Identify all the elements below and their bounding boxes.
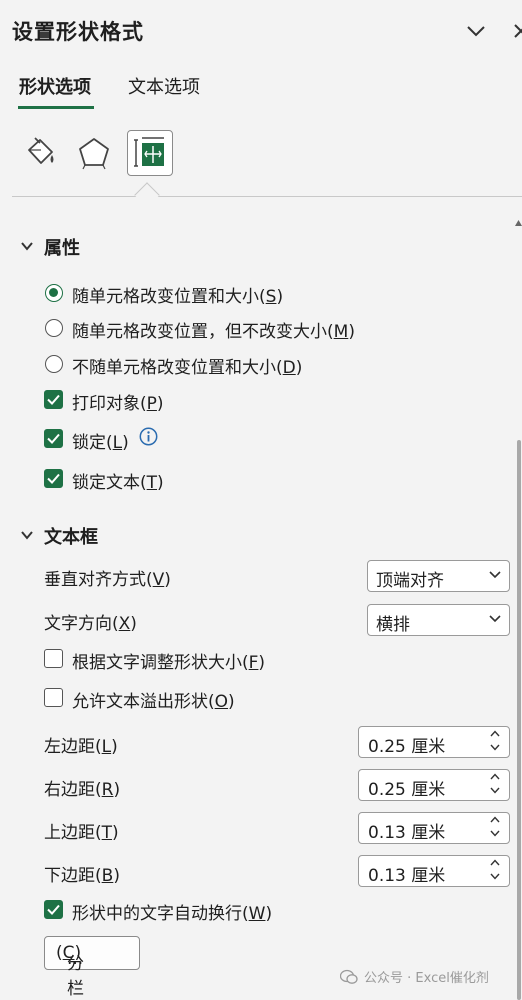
overflow-label[interactable]: 允许文本溢出形状(O) (72, 687, 235, 712)
resize-shape-checkbox[interactable] (44, 649, 63, 668)
section-divider (12, 196, 522, 197)
tab-shape-options[interactable]: 形状选项 (19, 73, 91, 99)
wechat-icon (340, 969, 358, 984)
spin-up-icon[interactable] (490, 773, 500, 780)
top-margin-spinner[interactable]: 0.13 厘米 (358, 812, 510, 844)
columns-button[interactable]: 分栏 (C)... (44, 936, 140, 999)
radio-no-move-no-size[interactable] (45, 355, 63, 373)
vertical-align-dropdown[interactable]: 顶端对齐 (367, 560, 510, 592)
bottom-margin-label: 下边距(B) (44, 866, 120, 886)
fill-line-button[interactable] (16, 130, 62, 176)
lock-text-checkbox[interactable] (44, 469, 63, 488)
right-margin-spinner[interactable]: 0.25 厘米 (358, 769, 510, 801)
text-direction-value: 横排 (376, 615, 410, 635)
vertical-align-label: 垂直对齐方式(V) (44, 570, 171, 590)
collapse-chevron-icon[interactable] (463, 18, 489, 44)
spin-up-icon[interactable] (490, 859, 500, 866)
radio-move-size-with-cells[interactable] (45, 284, 63, 302)
lock-text-label[interactable]: 锁定文本(T) (72, 468, 164, 493)
checkmark-icon (47, 394, 60, 405)
spin-up-icon[interactable] (490, 730, 500, 737)
spin-down-icon[interactable] (490, 787, 500, 794)
textbox-collapse-chevron-icon[interactable] (20, 527, 34, 547)
top-margin-label: 上边距(T) (44, 823, 119, 843)
radio-no-move-no-size-label[interactable]: 不随单元格改变位置和大小(D) (72, 353, 302, 378)
effects-button[interactable] (71, 130, 117, 176)
right-margin-value[interactable]: 0.25 厘米 (368, 775, 445, 800)
text-direction-dropdown[interactable]: 横排 (367, 604, 510, 636)
spin-up-icon[interactable] (490, 816, 500, 823)
watermark: 公众号 · Excel催化剂 (340, 967, 489, 986)
left-margin-spinner[interactable]: 0.25 厘米 (358, 726, 510, 758)
watermark-text: 公众号 · Excel催化剂 (364, 971, 489, 986)
print-object-checkbox[interactable] (44, 390, 63, 409)
checkmark-icon (47, 473, 60, 484)
radio-move-size-with-cells-label[interactable]: 随单元格改变位置和大小(S) (72, 282, 283, 307)
spin-down-icon[interactable] (490, 744, 500, 751)
resize-shape-label[interactable]: 根据文字调整形状大小(F) (72, 648, 265, 673)
overflow-checkbox[interactable] (44, 688, 63, 707)
checkmark-icon (47, 433, 60, 444)
selected-tab-notch (134, 182, 160, 208)
locked-checkbox[interactable] (44, 429, 63, 448)
right-margin-label: 右边距(R) (44, 780, 121, 800)
radio-move-no-size-label[interactable]: 随单元格改变位置，但不改变大小(M) (72, 317, 355, 342)
spin-down-icon[interactable] (490, 873, 500, 880)
bottom-margin-value[interactable]: 0.13 厘米 (368, 861, 445, 886)
properties-section-header[interactable]: 属性 (44, 234, 80, 260)
scroll-up-arrow-icon[interactable] (515, 212, 522, 226)
wrap-text-label[interactable]: 形状中的文字自动换行(W) (72, 899, 272, 924)
fill-line-icon (28, 137, 54, 164)
tab-selected-indicator (18, 106, 94, 109)
chevron-down-icon (489, 615, 501, 623)
top-margin-value[interactable]: 0.13 厘米 (368, 818, 445, 843)
radio-move-no-size[interactable] (45, 319, 63, 337)
left-margin-label: 左边距(L) (44, 737, 118, 757)
wrap-text-checkbox[interactable] (44, 900, 63, 919)
textbox-section-header[interactable]: 文本框 (44, 523, 98, 549)
close-icon[interactable] (508, 18, 522, 44)
effects-pentagon-icon (79, 138, 109, 170)
size-properties-button[interactable] (127, 130, 173, 176)
pane-title: 设置形状格式 (12, 20, 144, 44)
vertical-align-value: 顶端对齐 (376, 571, 444, 591)
spin-down-icon[interactable] (490, 830, 500, 837)
properties-collapse-chevron-icon[interactable] (20, 238, 34, 258)
bottom-margin-spinner[interactable]: 0.13 厘米 (358, 855, 510, 887)
left-margin-value[interactable]: 0.25 厘米 (368, 732, 445, 757)
checkmark-icon (47, 904, 60, 915)
tab-text-options[interactable]: 文本选项 (128, 73, 200, 99)
size-properties-icon (134, 137, 164, 167)
locked-label[interactable]: 锁定(L) (72, 428, 129, 453)
chevron-down-icon (489, 571, 501, 579)
text-direction-label: 文字方向(X) (44, 614, 137, 634)
scrollbar-thumb[interactable] (517, 440, 521, 1000)
print-object-label[interactable]: 打印对象(P) (72, 389, 164, 414)
info-icon[interactable] (139, 427, 158, 451)
